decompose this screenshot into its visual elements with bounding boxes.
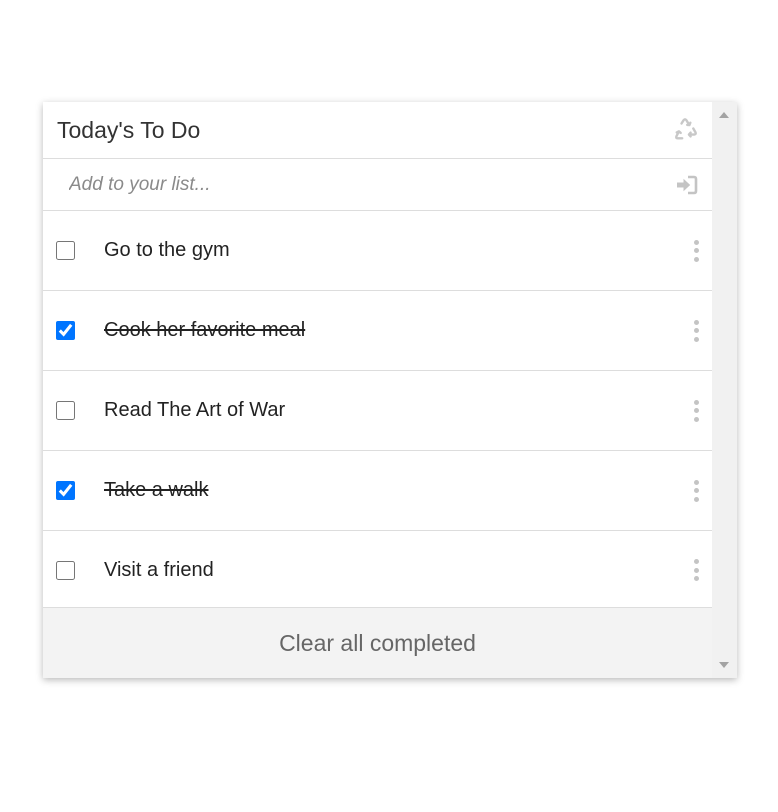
drag-handle-icon[interactable] (692, 559, 700, 581)
list-item: Go to the gym (43, 211, 712, 291)
drag-handle-icon[interactable] (692, 319, 700, 342)
sign-in-icon[interactable] (675, 174, 699, 196)
item-checkbox[interactable] (56, 321, 75, 340)
todo-list: Go to the gym Cook her favorite meal Rea… (43, 211, 712, 609)
scroll-down-arrow-icon[interactable] (719, 662, 729, 668)
item-label[interactable]: Visit a friend (104, 559, 214, 582)
todo-footer: Clear all completed (43, 607, 712, 678)
add-item-row (43, 159, 712, 211)
scroll-up-arrow-icon[interactable] (719, 112, 729, 118)
item-label[interactable]: Take a walk (104, 479, 209, 502)
todo-content: Today's To Do Go (43, 102, 712, 678)
todo-header: Today's To Do (43, 102, 712, 159)
todo-card: Today's To Do Go (43, 102, 737, 678)
item-checkbox[interactable] (56, 481, 75, 500)
list-item: Visit a friend (43, 531, 712, 609)
drag-handle-icon[interactable] (692, 239, 700, 262)
list-item: Read The Art of War (43, 371, 712, 451)
item-checkbox[interactable] (56, 241, 75, 260)
recycle-icon[interactable] (672, 117, 698, 143)
item-checkbox[interactable] (56, 401, 75, 420)
list-item: Cook her favorite meal (43, 291, 712, 371)
scrollbar[interactable] (712, 102, 737, 678)
list-item: Take a walk (43, 451, 712, 531)
item-label[interactable]: Go to the gym (104, 239, 230, 262)
item-label[interactable]: Cook her favorite meal (104, 319, 305, 342)
drag-handle-icon[interactable] (692, 399, 700, 422)
add-item-input[interactable] (57, 159, 657, 210)
drag-handle-icon[interactable] (692, 479, 700, 502)
item-checkbox[interactable] (56, 560, 75, 580)
page-title: Today's To Do (57, 116, 201, 143)
item-label[interactable]: Read The Art of War (104, 399, 285, 422)
clear-completed-button[interactable]: Clear all completed (279, 630, 476, 657)
